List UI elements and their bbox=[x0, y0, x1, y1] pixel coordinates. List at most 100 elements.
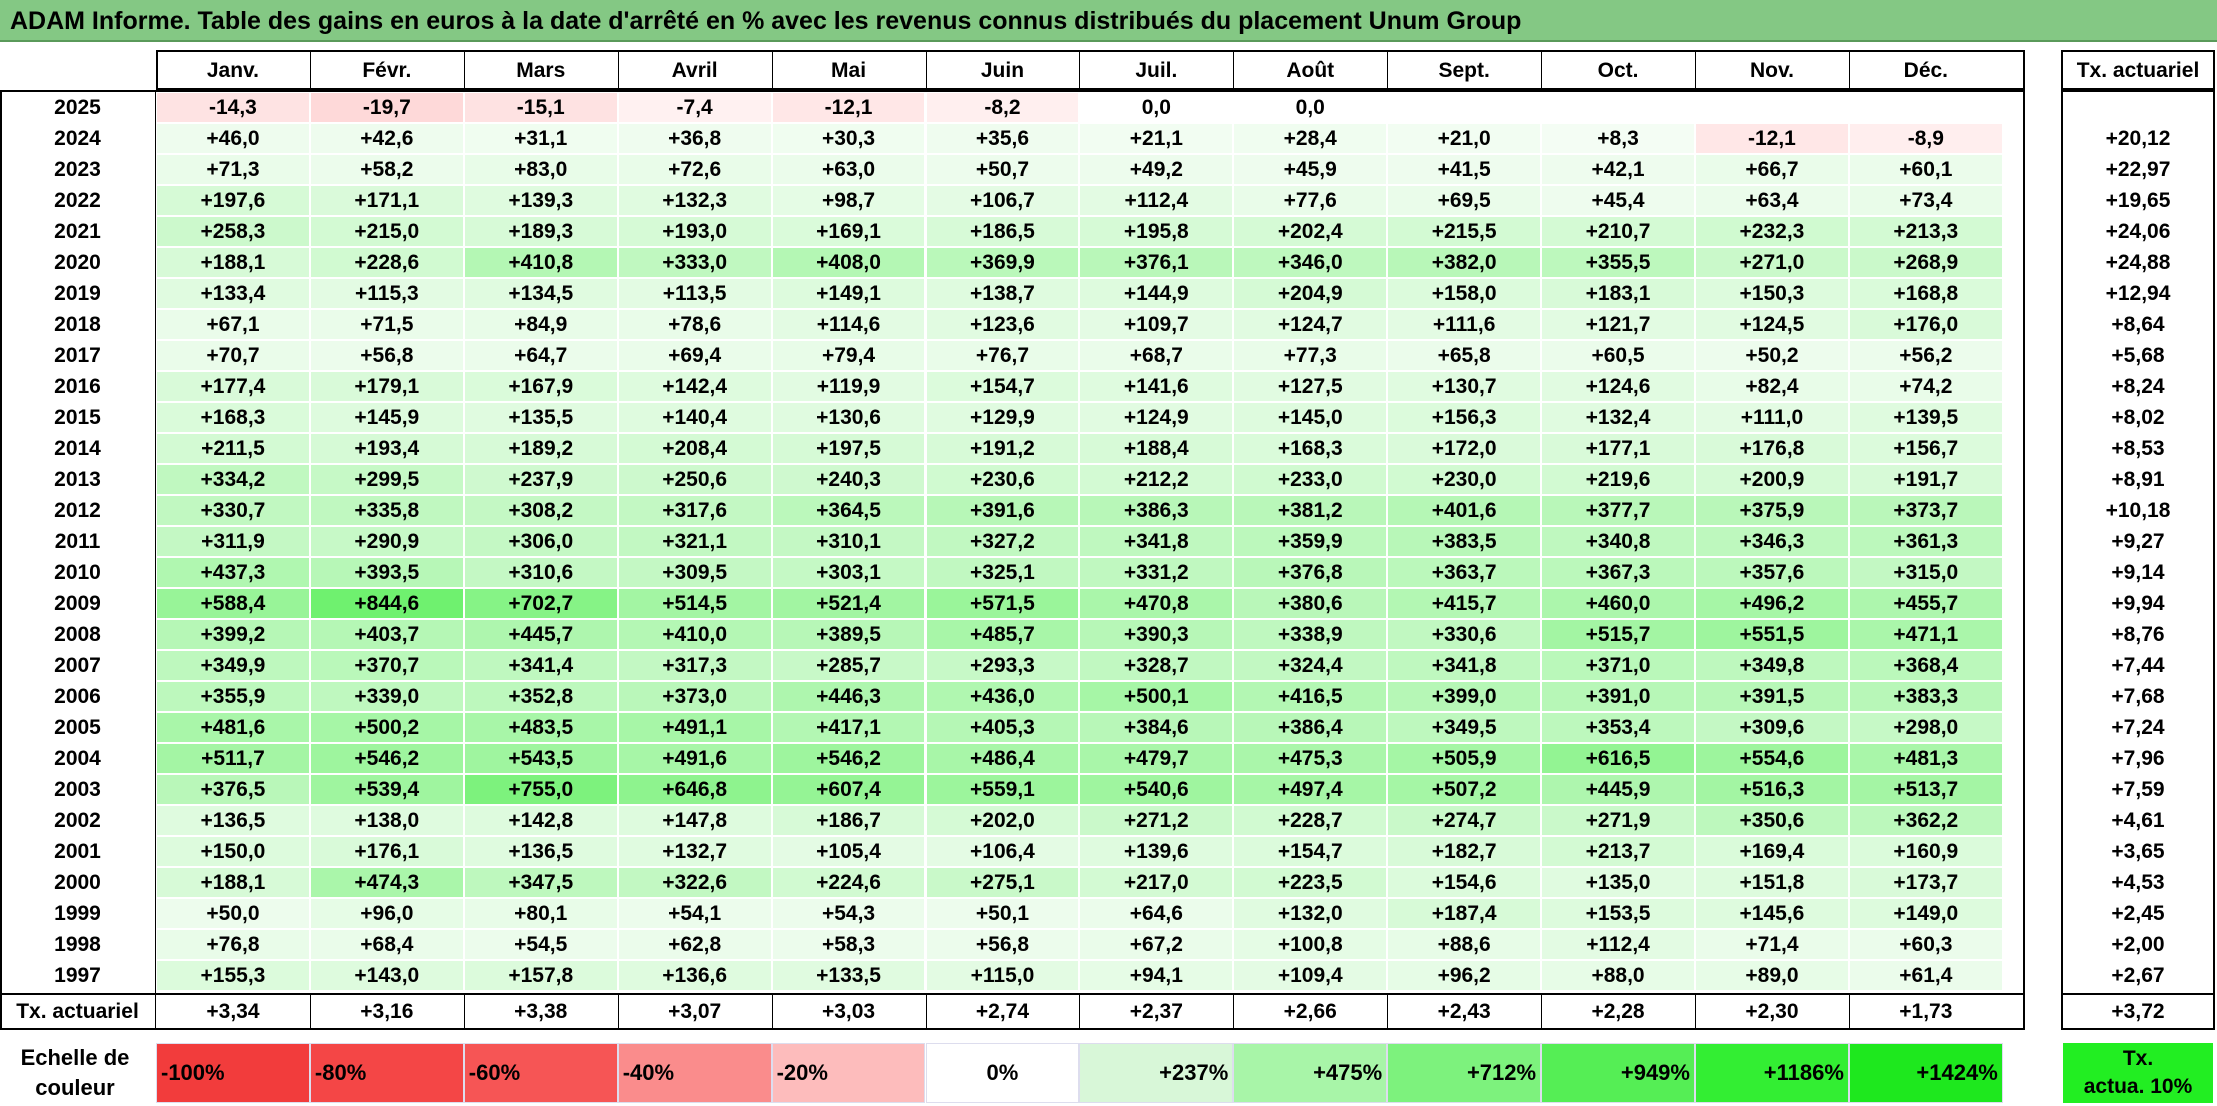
table-cell: +551,5 bbox=[1696, 620, 1848, 649]
table-cell: +514,5 bbox=[618, 589, 771, 618]
table-cell: +479,7 bbox=[1080, 744, 1233, 773]
table-cell: +515,7 bbox=[1542, 620, 1694, 649]
table-cell: +140,4 bbox=[618, 403, 771, 432]
table-cell: +341,4 bbox=[464, 651, 617, 680]
table-cell: +298,0 bbox=[1849, 713, 2002, 742]
table-cell: +290,9 bbox=[310, 527, 463, 556]
year-label: 2014 bbox=[54, 436, 101, 460]
table-cell: +105,4 bbox=[772, 837, 925, 866]
table-cell: +202,4 bbox=[1234, 217, 1387, 246]
table-cell: +156,3 bbox=[1388, 403, 1541, 432]
year-label: 2025 bbox=[54, 95, 101, 119]
table-cell: +401,6 bbox=[1388, 496, 1541, 525]
color-scale-swatch: -40% bbox=[617, 1043, 772, 1103]
rate-cell: +9,94 bbox=[2111, 591, 2165, 615]
table-cell: +405,3 bbox=[926, 713, 1079, 742]
table-cell: -12,1 bbox=[772, 93, 925, 122]
table-cell: +60,5 bbox=[1542, 341, 1694, 370]
table-cell: +334,2 bbox=[157, 465, 309, 494]
table-cell: +224,6 bbox=[772, 868, 925, 897]
table-cell: +481,6 bbox=[157, 713, 309, 742]
year-label: 1998 bbox=[54, 932, 101, 956]
table-cell: +149,1 bbox=[772, 279, 925, 308]
rate-column-header: Tx. actuariel bbox=[2076, 59, 2200, 82]
year-label: 2000 bbox=[54, 870, 101, 894]
table-cell: +370,7 bbox=[310, 651, 463, 680]
table-cell: +211,5 bbox=[157, 434, 309, 463]
month-header: Déc. bbox=[1903, 59, 1949, 82]
table-cell: +455,7 bbox=[1849, 589, 2002, 618]
table-cell: +446,3 bbox=[772, 682, 925, 711]
table-cell: +61,4 bbox=[1849, 961, 2002, 990]
table-cell: +521,4 bbox=[772, 589, 925, 618]
table-cell: +84,9 bbox=[464, 310, 617, 339]
rate-cell: +9,27 bbox=[2111, 529, 2165, 553]
table-cell: +380,6 bbox=[1234, 589, 1387, 618]
table-cell: +124,9 bbox=[1080, 403, 1233, 432]
table-cell: +138,7 bbox=[926, 279, 1079, 308]
table-cell: +460,0 bbox=[1542, 589, 1694, 618]
table-cell: +135,5 bbox=[464, 403, 617, 432]
table-cell: +311,9 bbox=[157, 527, 309, 556]
table-cell: +417,1 bbox=[772, 713, 925, 742]
year-label: 1999 bbox=[54, 901, 101, 925]
table-cell: +54,3 bbox=[772, 899, 925, 928]
table-cell: +335,8 bbox=[310, 496, 463, 525]
table-cell: +383,3 bbox=[1849, 682, 2002, 711]
year-label: 2018 bbox=[54, 312, 101, 336]
table-cell: +89,0 bbox=[1696, 961, 1848, 990]
table-cell: +347,5 bbox=[464, 868, 617, 897]
table-cell: +186,5 bbox=[926, 217, 1079, 246]
year-label: 2004 bbox=[54, 746, 101, 770]
table-cell: +60,3 bbox=[1849, 930, 2002, 959]
table-cell: +755,0 bbox=[464, 775, 617, 804]
table-cell: +69,5 bbox=[1388, 186, 1541, 215]
year-label: 2023 bbox=[54, 157, 101, 181]
table-cell: +437,3 bbox=[157, 558, 309, 587]
color-scale-swatch: +1186% bbox=[1695, 1043, 1849, 1103]
table-cell: +309,5 bbox=[618, 558, 771, 587]
table-cell: +176,8 bbox=[1696, 434, 1848, 463]
table-cell: +213,7 bbox=[1542, 837, 1694, 866]
table-cell: +77,6 bbox=[1234, 186, 1387, 215]
table-cell: +369,9 bbox=[926, 248, 1079, 277]
year-label: 2007 bbox=[54, 653, 101, 677]
table-cell: +559,1 bbox=[926, 775, 1079, 804]
year-label: 2003 bbox=[54, 777, 101, 801]
table-cell: +362,2 bbox=[1849, 806, 2002, 835]
table-cell: +124,7 bbox=[1234, 310, 1387, 339]
month-header: Juin bbox=[980, 59, 1025, 82]
table-cell: +496,2 bbox=[1696, 589, 1848, 618]
table-cell: +349,5 bbox=[1388, 713, 1541, 742]
table-cell: +325,1 bbox=[926, 558, 1079, 587]
color-scale-swatch: -20% bbox=[771, 1043, 926, 1103]
table-cell: +154,7 bbox=[1234, 837, 1387, 866]
table-cell: +607,4 bbox=[772, 775, 925, 804]
table-cell: +123,6 bbox=[926, 310, 1079, 339]
table-cell: +133,5 bbox=[772, 961, 925, 990]
rate-cell: +22,97 bbox=[2105, 157, 2171, 181]
rate-cell: +7,96 bbox=[2111, 746, 2165, 770]
totals-cell: +3,34 bbox=[206, 999, 260, 1023]
table-cell: +368,4 bbox=[1849, 651, 2002, 680]
year-label: 1997 bbox=[54, 963, 101, 987]
table-cell: +491,6 bbox=[618, 744, 771, 773]
table-cell: +121,7 bbox=[1542, 310, 1694, 339]
table-cell: +543,5 bbox=[464, 744, 617, 773]
table-cell: +182,7 bbox=[1388, 837, 1541, 866]
table-cell: +317,3 bbox=[618, 651, 771, 680]
rate-cell: +7,68 bbox=[2111, 684, 2165, 708]
color-scale-swatch: +237% bbox=[1079, 1043, 1234, 1103]
month-header: Mai bbox=[831, 59, 867, 82]
table-cell: +328,7 bbox=[1080, 651, 1233, 680]
table-cell: +475,3 bbox=[1234, 744, 1387, 773]
year-label: 2001 bbox=[54, 839, 101, 863]
table-cell: +554,6 bbox=[1696, 744, 1848, 773]
rate-cell: +7,24 bbox=[2111, 715, 2165, 739]
table-cell: +119,9 bbox=[772, 372, 925, 401]
table-cell: +28,4 bbox=[1234, 124, 1387, 153]
table-cell: +228,6 bbox=[310, 248, 463, 277]
table-cell: +352,8 bbox=[464, 682, 617, 711]
month-header: Juil. bbox=[1135, 59, 1178, 82]
color-scale-swatch: +949% bbox=[1541, 1043, 1695, 1103]
